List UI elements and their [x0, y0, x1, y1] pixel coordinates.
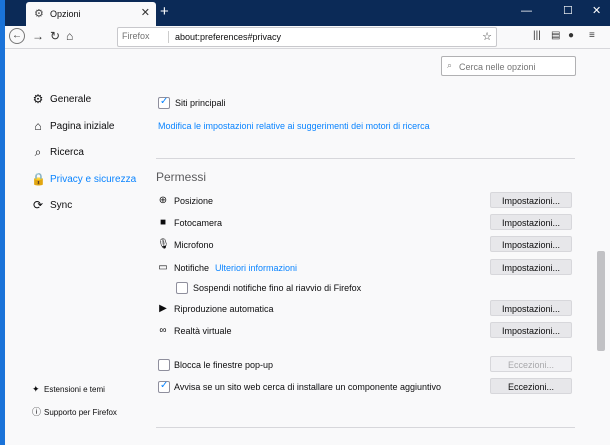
- gear-icon: ⚙: [34, 8, 44, 20]
- block-popups-checkbox[interactable]: [158, 359, 170, 371]
- help-icon: ⓘ: [32, 407, 42, 417]
- top-sites-label: Siti principali: [175, 98, 226, 108]
- tab-title: Opzioni: [50, 9, 81, 19]
- library-icon[interactable]: |||: [533, 30, 541, 41]
- search-input[interactable]: [457, 58, 573, 75]
- sidebar-item-label: Pagina iniziale: [50, 121, 115, 132]
- permission-notifications-label: Notifiche: [174, 263, 210, 273]
- notifications-learn-more-link[interactable]: Ulteriori informazioni: [215, 263, 297, 273]
- sidebar-item-label: Generale: [50, 94, 92, 105]
- sidebar-footer-addons[interactable]: ✦ Estensioni e temi: [32, 384, 105, 395]
- permission-camera-label: Fotocamera: [174, 218, 223, 228]
- vr-headset-icon: ∞: [159, 325, 167, 336]
- microphone-settings-button[interactable]: Impostazioni...: [490, 236, 572, 252]
- star-icon[interactable]: ☆: [482, 30, 492, 43]
- vr-settings-button[interactable]: Impostazioni...: [490, 322, 572, 338]
- browser-window: ⚙ Opzioni ✕ + — ☐ ✕ ← → ↻ ⌂ Firefox abou…: [5, 0, 610, 445]
- notifications-settings-button[interactable]: Impostazioni...: [490, 259, 572, 275]
- puzzle-icon: ✦: [32, 384, 40, 394]
- url-separator: [168, 31, 169, 43]
- lock-icon: 🔒: [31, 172, 46, 186]
- location-settings-button[interactable]: Impostazioni...: [490, 192, 572, 208]
- pause-notifications-checkbox[interactable]: [176, 282, 188, 294]
- sidebar-item-label: Sync: [50, 200, 73, 211]
- url-text[interactable]: about:preferences#privacy: [175, 32, 281, 42]
- reload-button[interactable]: ↻: [50, 29, 60, 44]
- search-icon: ⌕: [34, 145, 42, 159]
- divider: [156, 427, 575, 428]
- back-button[interactable]: ←: [9, 28, 25, 44]
- addons-warn-checkbox[interactable]: ✓: [158, 380, 170, 393]
- gear-icon: ⚙: [32, 92, 44, 106]
- close-tab-icon[interactable]: ✕: [141, 7, 150, 19]
- permission-microphone-label: Microfono: [174, 240, 214, 250]
- sidebar-item-label: Ricerca: [50, 147, 84, 158]
- home-button[interactable]: ⌂: [66, 29, 73, 44]
- notification-icon: ▭: [158, 262, 168, 273]
- divider: [156, 158, 575, 159]
- top-sites-checkbox[interactable]: ✓: [158, 96, 170, 109]
- minimize-icon[interactable]: —: [521, 5, 532, 17]
- block-popups-label: Blocca le finestre pop-up: [174, 360, 274, 370]
- title-bar: ⚙ Opzioni ✕ + — ☐ ✕: [5, 0, 610, 26]
- pause-notifications-label: Sospendi notifiche fino al riavvio di Fi…: [193, 283, 362, 293]
- autoplay-icon: ▶: [159, 303, 167, 314]
- sidebar-item-label: Privacy e sicurezza: [50, 174, 137, 185]
- identity-label: Firefox: [122, 31, 150, 41]
- url-bar[interactable]: Firefox about:preferences#privacy ☆: [117, 27, 497, 47]
- popups-exceptions-button[interactable]: Eccezioni...: [490, 356, 572, 372]
- permission-vr-label: Realtà virtuale: [174, 326, 232, 336]
- permission-location-label: Posizione: [174, 196, 214, 206]
- new-tab-button[interactable]: +: [160, 4, 169, 20]
- close-window-icon[interactable]: ✕: [592, 5, 601, 17]
- addons-warn-label: Avvisa se un sito web cerca di installar…: [174, 382, 441, 392]
- account-icon[interactable]: ●: [568, 30, 574, 41]
- microphone-icon: 🎙: [157, 239, 170, 250]
- scrollbar-thumb[interactable]: [597, 251, 605, 351]
- permission-autoplay-label: Riproduzione automatica: [174, 304, 274, 314]
- search-icon: ⌕: [447, 60, 453, 70]
- checkmark-icon: ✓: [160, 380, 169, 391]
- checkmark-icon: ✓: [160, 96, 169, 107]
- sidebar-icon[interactable]: ▤: [551, 30, 560, 41]
- footer-label: Estensioni e temi: [44, 385, 105, 394]
- suggestions-settings-link[interactable]: Modifica le impostazioni relative ai sug…: [158, 121, 430, 131]
- camera-settings-button[interactable]: Impostazioni...: [490, 214, 572, 230]
- forward-button[interactable]: →: [32, 29, 44, 44]
- permissions-heading: Permessi: [156, 170, 207, 184]
- nav-toolbar: ← → ↻ ⌂ Firefox about:preferences#privac…: [5, 26, 610, 49]
- maximize-icon[interactable]: ☐: [563, 5, 573, 17]
- home-icon: ⌂: [34, 119, 42, 133]
- autoplay-settings-button[interactable]: Impostazioni...: [490, 300, 572, 316]
- menu-icon[interactable]: ≡: [589, 30, 595, 41]
- addons-exceptions-button[interactable]: Eccezioni...: [490, 378, 572, 394]
- sync-icon: ⟳: [32, 198, 44, 212]
- sidebar-footer-support[interactable]: ⓘ Supporto per Firefox: [32, 405, 117, 418]
- camera-icon: ■: [159, 217, 167, 228]
- search-box[interactable]: ⌕: [441, 56, 576, 76]
- location-icon: ⊕: [158, 195, 168, 206]
- tab-options[interactable]: ⚙ Opzioni ✕: [26, 2, 156, 26]
- footer-label: Supporto per Firefox: [44, 408, 117, 417]
- preferences-page: ⌕ ⚙ Generale ⌂ Pagina iniziale ⌕ Ricerca…: [5, 49, 610, 445]
